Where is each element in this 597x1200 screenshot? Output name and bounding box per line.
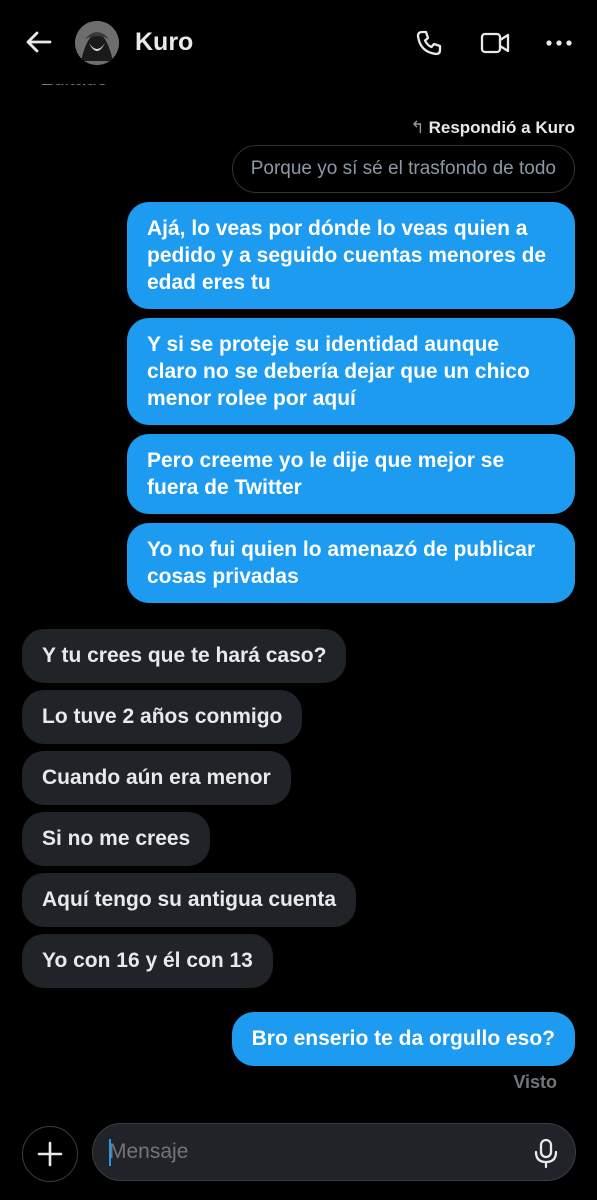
contact-name[interactable]: Kuro bbox=[135, 28, 193, 57]
outgoing-message[interactable]: Y si se proteje su identidad aunque clar… bbox=[127, 318, 575, 425]
microphone-icon[interactable] bbox=[531, 1137, 561, 1169]
incoming-message[interactable]: Lo tuve 2 años conmigo bbox=[22, 690, 303, 744]
chat-header: Kuro bbox=[0, 0, 597, 84]
incoming-message[interactable]: Yo con 16 y él con 13 bbox=[22, 934, 273, 988]
incoming-message[interactable]: Y tu crees que te hará caso? bbox=[22, 629, 347, 683]
incoming-message[interactable]: Si no me crees bbox=[22, 812, 211, 866]
reply-label: Respondió a Kuro bbox=[428, 118, 575, 137]
incoming-message[interactable]: Aquí tengo su antigua cuenta bbox=[22, 873, 357, 927]
outgoing-message[interactable]: Pero creeme yo le dije que mejor se fuer… bbox=[127, 434, 575, 514]
back-arrow-icon[interactable] bbox=[22, 28, 54, 56]
phone-icon[interactable] bbox=[414, 28, 444, 58]
video-icon[interactable] bbox=[480, 28, 510, 58]
plus-icon bbox=[37, 1141, 63, 1167]
text-caret bbox=[109, 1139, 111, 1166]
outgoing-message[interactable]: Ajá, lo veas por dónde lo veas quien a p… bbox=[127, 202, 575, 309]
outgoing-message[interactable]: Bro enserio te da orgullo eso? bbox=[231, 1012, 575, 1066]
more-icon[interactable] bbox=[544, 28, 574, 58]
quoted-message[interactable]: Porque yo sí sé el trasfondo de todo bbox=[231, 145, 575, 193]
message-input[interactable] bbox=[109, 1124, 509, 1180]
reply-arrow-icon: ↰ bbox=[410, 118, 425, 137]
avatar[interactable] bbox=[75, 21, 119, 65]
message-composer bbox=[92, 1123, 576, 1181]
incoming-message[interactable]: Cuando aún era menor bbox=[22, 751, 291, 805]
reply-indicator: ↰ Respondió a Kuro bbox=[410, 118, 575, 138]
outgoing-message[interactable]: Yo no fui quien lo amenazó de publicar c… bbox=[127, 523, 575, 603]
add-media-button[interactable] bbox=[22, 1126, 78, 1182]
read-receipt: Visto bbox=[513, 1072, 557, 1092]
